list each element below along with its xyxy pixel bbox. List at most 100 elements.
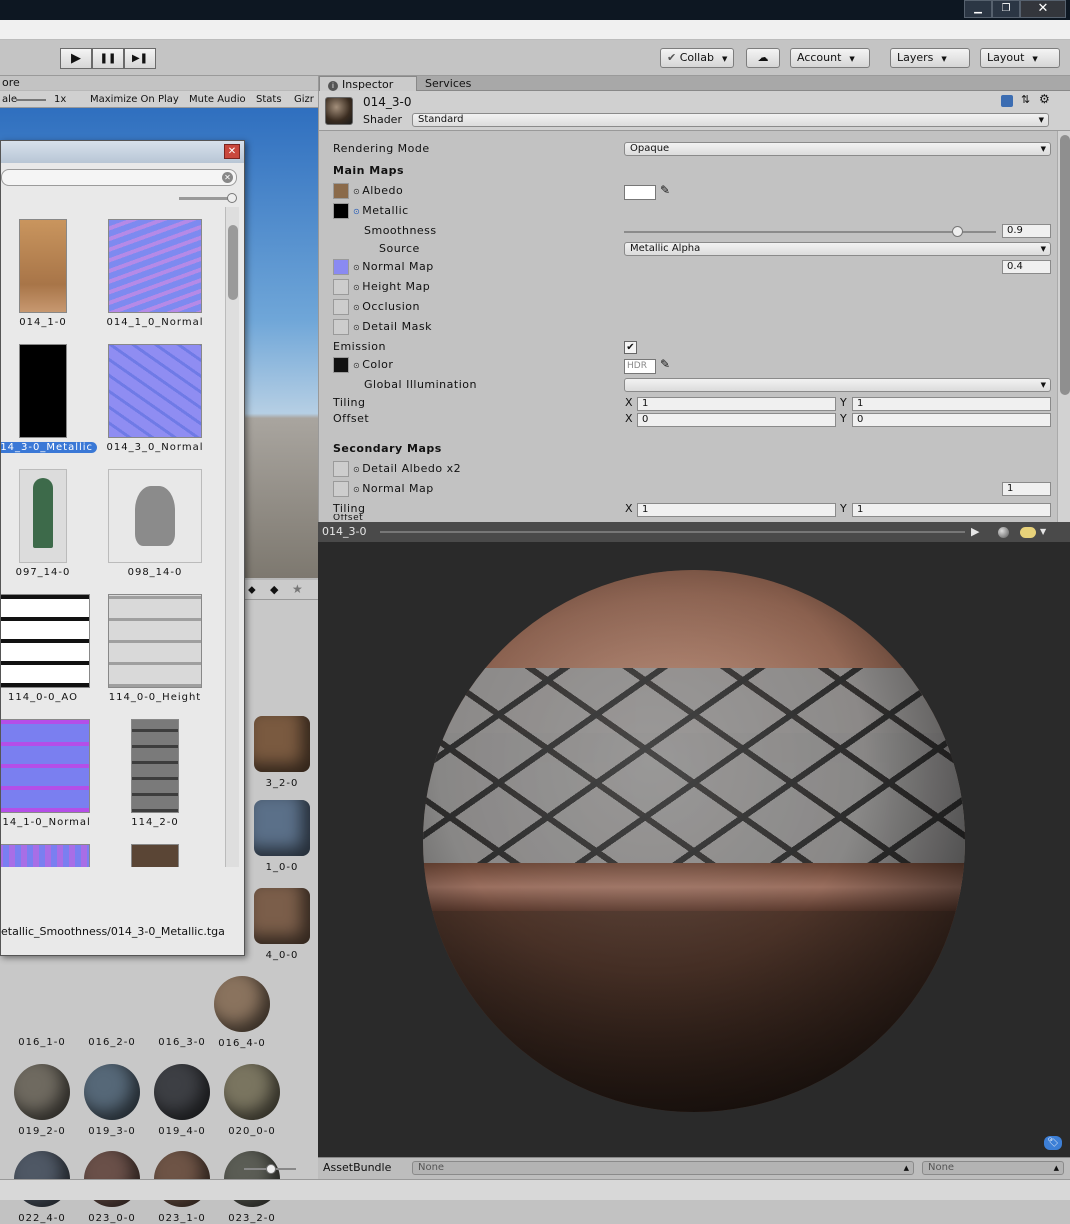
offset-y-field[interactable]: 0 [852, 413, 1051, 427]
inspector-scrollbar[interactable] [1057, 131, 1070, 522]
smoothness-field[interactable]: 0.9 [1002, 224, 1051, 238]
layout-dropdown[interactable]: Layout ▼ [980, 48, 1060, 68]
list-item[interactable]: 014_3_0_Normal [99, 344, 211, 453]
gizmos-toggle[interactable]: Gizr [294, 91, 314, 108]
gear-icon[interactable]: ⚙ [1039, 92, 1050, 106]
shader-dropdown[interactable]: Standard ▼ [412, 113, 1049, 127]
target-icon[interactable]: ⊙ [353, 187, 360, 196]
list-item[interactable]: 3_2-0 [242, 716, 322, 789]
target-icon[interactable]: ⊙ [353, 465, 360, 474]
assetbundle-variant-dropdown[interactable]: None ▲ [922, 1161, 1064, 1175]
list-item[interactable] [99, 844, 211, 867]
scale-slider[interactable] [16, 99, 46, 101]
emission-checkbox[interactable]: ✔ [624, 341, 637, 354]
emission-color-swatch[interactable]: HDR [624, 359, 656, 374]
source-dropdown[interactable]: Metallic Alpha ▼ [624, 242, 1051, 256]
slider-handle[interactable] [266, 1164, 276, 1174]
play-button[interactable]: ▶ [60, 48, 92, 69]
occlusion-texture-slot[interactable] [333, 299, 349, 315]
target-icon[interactable]: ⊙ [353, 263, 360, 272]
book-icon[interactable] [1001, 95, 1013, 107]
list-item[interactable] [1, 844, 99, 867]
list-item[interactable]: 097_14-0 [1, 469, 99, 578]
smoothness-slider[interactable] [624, 226, 996, 237]
preview-resize-bar[interactable] [380, 531, 965, 533]
scroll-thumb[interactable] [1060, 135, 1070, 395]
label-icon[interactable]: ◆ [270, 583, 278, 596]
presets-icon[interactable]: ⇅ [1021, 93, 1030, 106]
emission-texture-slot[interactable] [333, 357, 349, 373]
slider-handle[interactable] [227, 193, 237, 203]
target-icon[interactable]: ⊙ [353, 485, 360, 494]
target-icon[interactable]: ⊙ [353, 361, 360, 370]
chevron-down-icon[interactable]: ▼ [1040, 522, 1046, 542]
picker-size-slider[interactable] [179, 193, 237, 203]
tab-inspector[interactable]: i Inspector [319, 76, 417, 91]
list-item[interactable]: 020_0-0 [212, 1064, 292, 1137]
picker-search-input[interactable]: ✕ [1, 169, 237, 186]
list-item[interactable]: 014_3-0_Metallic [1, 344, 99, 453]
target-icon[interactable]: ⊙ [353, 323, 360, 332]
minimize-button[interactable]: ▁ [964, 0, 992, 18]
list-item[interactable]: 019_2-0 [2, 1064, 82, 1137]
target-icon[interactable]: ⊙ [353, 207, 360, 216]
secondary-normal-scale-field[interactable]: 1 [1002, 482, 1051, 496]
tiling-x-field[interactable]: 1 [637, 397, 836, 411]
list-item[interactable]: 098_14-0 [99, 469, 211, 578]
list-item[interactable]: 4_0-0 [242, 888, 322, 961]
list-item[interactable]: 014_1-0 [1, 219, 99, 328]
tag-icon[interactable]: 🏷 [1044, 1136, 1062, 1150]
assetbundle-dropdown[interactable]: None ▲ [412, 1161, 914, 1175]
close-window-button[interactable]: ✕ [1020, 0, 1066, 18]
detail-albedo-texture-slot[interactable] [333, 461, 349, 477]
offset-x-field[interactable]: 0 [637, 413, 836, 427]
pause-button[interactable]: ❚❚ [92, 48, 124, 69]
mute-audio-toggle[interactable]: Mute Audio [189, 91, 246, 108]
scene-tab[interactable]: ore [0, 76, 318, 90]
normal-texture-slot[interactable] [333, 259, 349, 275]
project-zoom-slider[interactable] [244, 1164, 296, 1174]
secondary-normal-texture-slot[interactable] [333, 481, 349, 497]
stats-toggle[interactable]: Stats [256, 91, 282, 108]
height-texture-slot[interactable] [333, 279, 349, 295]
list-item[interactable]: 016_2-0 [72, 1037, 152, 1048]
step-button[interactable]: ▶❚ [124, 48, 156, 69]
play-icon[interactable]: ▶ [971, 522, 979, 542]
list-item[interactable]: 114_2-0 [99, 719, 211, 828]
list-item[interactable]: 016_3-0 [142, 1037, 222, 1048]
tag-icon[interactable]: ⬥ [248, 583, 256, 597]
list-item[interactable]: 1_0-0 [242, 800, 322, 873]
star-icon[interactable]: ★ [292, 582, 303, 596]
albedo-color-swatch[interactable] [624, 185, 656, 200]
restore-button[interactable]: ❐ [992, 0, 1020, 18]
eyedropper-icon[interactable]: ✎ [660, 357, 670, 371]
list-item[interactable]: 114_0-0_Height [99, 594, 211, 703]
layers-dropdown[interactable]: Layers ▼ [890, 48, 970, 68]
slider-handle[interactable] [952, 226, 963, 237]
clear-search-icon[interactable]: ✕ [222, 172, 233, 183]
list-item[interactable]: 016_1-0 [2, 1037, 82, 1048]
maximize-on-play-toggle[interactable]: Maximize On Play [90, 91, 179, 108]
sphere-preview-icon[interactable] [998, 527, 1009, 538]
eyedropper-icon[interactable]: ✎ [660, 183, 670, 197]
target-icon[interactable]: ⊙ [353, 283, 360, 292]
list-item[interactable]: 114_0-0_AO [1, 594, 99, 703]
tab-services[interactable]: Services [417, 76, 479, 91]
collab-button[interactable]: ✔ Collab ▼ [660, 48, 735, 68]
cloud-button[interactable]: ☁ [746, 48, 780, 68]
albedo-texture-slot[interactable] [333, 183, 349, 199]
rendering-mode-dropdown[interactable]: Opaque ▼ [624, 142, 1051, 156]
list-item[interactable]: 114_1-0_Normal [1, 719, 99, 828]
target-icon[interactable]: ⊙ [353, 303, 360, 312]
normal-scale-field[interactable]: 0.4 [1002, 260, 1051, 274]
picker-scrollbar[interactable] [225, 207, 239, 867]
scroll-thumb[interactable] [228, 225, 238, 300]
account-dropdown[interactable]: Account ▼ [790, 48, 870, 68]
tiling-y-field[interactable]: 1 [852, 397, 1051, 411]
list-item[interactable]: 014_1_0_Normal [99, 219, 211, 328]
list-item[interactable]: 019_4-0 [142, 1064, 222, 1137]
picker-close-button[interactable]: ✕ [224, 144, 240, 159]
material-preview-sphere[interactable] [423, 570, 965, 1112]
list-item[interactable]: 019_3-0 [72, 1064, 152, 1137]
detail-mask-texture-slot[interactable] [333, 319, 349, 335]
